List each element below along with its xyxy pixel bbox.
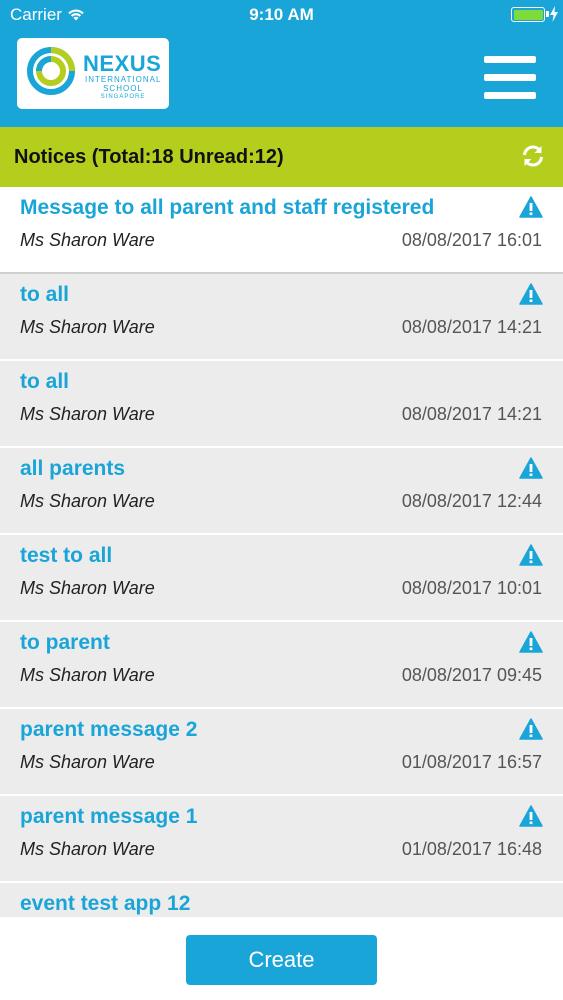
footer: Create — [0, 917, 563, 1000]
notice-sender: Ms Sharon Ware — [20, 839, 155, 859]
notice-title: Message to all parent and staff register… — [20, 196, 435, 219]
notice-list[interactable]: Message to all parent and staff register… — [0, 187, 563, 917]
notice-title: to all — [20, 283, 70, 306]
notice-title: parent message 1 — [20, 805, 198, 828]
clock: 9:10 AM — [249, 5, 314, 24]
notice-date: 08/08/2017 14:21 — [401, 317, 542, 337]
notice-row[interactable]: to all Ms Sharon Ware 08/08/2017 14:21 — [0, 361, 563, 448]
notice-title: all parents — [20, 457, 126, 480]
create-button[interactable]: Create — [186, 935, 377, 985]
notice-date: 08/08/2017 12:44 — [401, 491, 542, 511]
notice-title: event test app 12 — [20, 892, 191, 915]
notice-row[interactable]: to parent Ms Sharon Ware 08/08/2017 09:45 — [0, 622, 563, 709]
notice-date: 08/08/2017 09:45 — [401, 665, 542, 685]
notice-title: to parent — [20, 631, 110, 654]
charging-icon — [550, 6, 558, 22]
notice-sender: Ms Sharon Ware — [20, 752, 155, 772]
notice-row[interactable]: parent message 2 Ms Sharon Ware 01/08/2017… — [0, 709, 563, 796]
notice-date: 08/08/2017 14:21 — [401, 404, 542, 424]
notice-row[interactable]: all parents Ms Sharon Ware 08/08/2017 12:4… — [0, 448, 563, 535]
notice-sender: Ms Sharon Ware — [20, 665, 155, 685]
logo-line-international: INTERNATIONAL — [85, 75, 162, 84]
battery-tip — [546, 11, 549, 17]
notice-title: to all — [20, 370, 70, 393]
notice-date: 01/08/2017 16:48 — [401, 839, 542, 859]
notice-row[interactable]: event test app 12 — [0, 883, 563, 917]
alert-icon — [519, 718, 543, 740]
notices-header-bar: Notices (Total:18 Unread:12) — [0, 127, 563, 187]
notice-sender: Ms Sharon Ware — [20, 404, 155, 424]
app-header: NEXUS INTERNATIONAL SCHOOL SINGAPORE — [0, 30, 563, 127]
status-bar: Carrier 9:10 AM — [0, 0, 563, 30]
notice-title: parent message 2 — [20, 718, 198, 741]
notice-row[interactable]: parent message 1 Ms Sharon Ware 01/08/2017… — [0, 796, 563, 883]
logo-wordmark: NEXUS — [83, 51, 162, 76]
notice-sender: Ms Sharon Ware — [20, 230, 155, 250]
logo-line-school: SCHOOL — [103, 84, 143, 93]
notice-sender: Ms Sharon Ware — [20, 491, 155, 511]
notice-date: 01/08/2017 16:57 — [401, 752, 542, 772]
alert-icon — [519, 457, 543, 479]
notice-row[interactable]: Message to all parent and staff register… — [0, 187, 563, 274]
notices-title: Notices (Total:18 Unread:12) — [14, 146, 284, 168]
alert-icon — [519, 631, 543, 653]
notice-sender: Ms Sharon Ware — [20, 317, 155, 337]
school-logo: NEXUS INTERNATIONAL SCHOOL SINGAPORE — [17, 38, 169, 109]
notice-title: test to all — [20, 544, 113, 567]
alert-icon — [519, 805, 543, 827]
hamburger-menu-icon[interactable] — [484, 56, 536, 100]
alert-icon — [519, 544, 543, 566]
notice-row[interactable]: to all Ms Sharon Ware 08/08/2017 14:21 — [0, 274, 563, 361]
refresh-icon[interactable] — [520, 143, 546, 169]
logo-swirl-icon — [27, 47, 75, 95]
notice-date: 08/08/2017 16:01 — [401, 230, 542, 250]
logo-line-singapore: SINGAPORE — [100, 94, 146, 100]
notice-date: 08/08/2017 10:01 — [401, 578, 542, 598]
alert-icon — [519, 196, 543, 218]
battery-icon — [511, 7, 545, 22]
alert-icon — [519, 283, 543, 305]
notice-sender: Ms Sharon Ware — [20, 578, 155, 598]
notice-row[interactable]: test to all Ms Sharon Ware 08/08/2017 10:0… — [0, 535, 563, 622]
